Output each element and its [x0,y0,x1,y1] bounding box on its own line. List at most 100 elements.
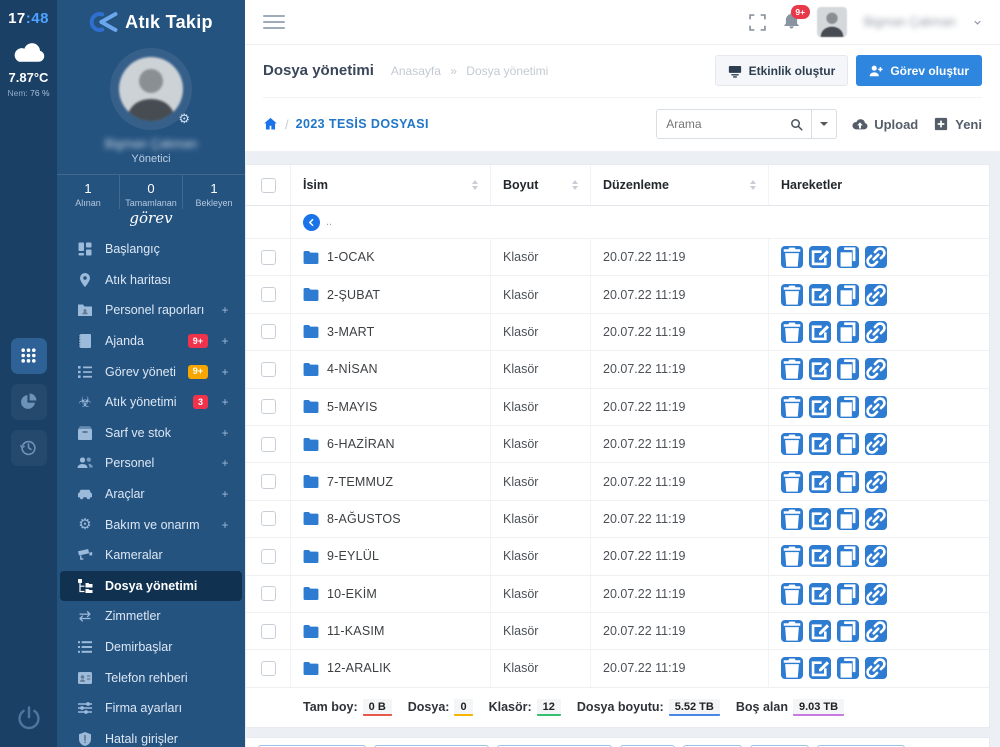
search-options-dropdown[interactable] [811,110,836,138]
action-link-button[interactable] [865,583,887,605]
sidebar-item-personel[interactable]: Personel+ [60,448,242,479]
sort-icon[interactable] [572,177,578,193]
row-checkbox[interactable] [261,324,276,339]
sidebar-item-atık-haritası[interactable]: Atık haritası [60,265,242,296]
sidebar-item-sarf-ve-stok[interactable]: Sarf ve stok+ [60,418,242,449]
row-checkbox[interactable] [261,399,276,414]
action-edit-button[interactable] [809,396,831,418]
sidebar-item-ajanda[interactable]: Ajanda9++ [60,326,242,357]
parent-directory-label[interactable]: .. [326,216,332,228]
table-row[interactable]: 8-AĞUSTOSKlasör20.07.22 11:19 [246,501,989,538]
avatar[interactable] [119,57,183,121]
file-name[interactable]: 6-HAZİRAN [327,437,395,451]
action-link-button[interactable] [865,657,887,679]
table-row[interactable]: 3-MARTKlasör20.07.22 11:19 [246,314,989,351]
row-checkbox[interactable] [261,624,276,639]
action-copy-button[interactable] [837,433,859,455]
file-name[interactable]: 10-EKİM [327,587,377,601]
action-copy-button[interactable] [837,508,859,530]
action-link-button[interactable] [865,433,887,455]
rail-stats-button[interactable] [11,384,47,420]
file-name[interactable]: 12-ARALIK [327,661,391,675]
action-trash-button[interactable] [781,321,803,343]
app-logo[interactable]: Atık Takip [57,0,245,44]
chevron-down-icon[interactable] [973,18,982,27]
table-row[interactable]: 10-EKİMKlasör20.07.22 11:19 [246,576,989,613]
table-row[interactable]: 11-KASIMKlasör20.07.22 11:19 [246,613,989,650]
power-icon[interactable] [16,705,42,731]
row-checkbox[interactable] [261,586,276,601]
action-link-button[interactable] [865,471,887,493]
profile-settings-gear-icon[interactable]: ⚙ [178,113,190,126]
action-trash-button[interactable] [781,508,803,530]
sidebar-item-hatalı-girişler[interactable]: Hatalı girişler [60,724,242,747]
action-copy-button[interactable] [837,657,859,679]
action-link-button[interactable] [865,620,887,642]
action-edit-button[interactable] [809,246,831,268]
action-edit-button[interactable] [809,358,831,380]
select-all-checkbox[interactable] [261,178,276,193]
file-name[interactable]: 4-NİSAN [327,362,378,376]
row-checkbox[interactable] [261,511,276,526]
row-checkbox[interactable] [261,474,276,489]
file-name[interactable]: 11-KASIM [327,624,385,638]
action-edit-button[interactable] [809,545,831,567]
breadcrumb-home[interactable]: Anasayfa [391,64,441,78]
action-edit-button[interactable] [809,508,831,530]
sort-icon[interactable] [750,177,756,193]
file-name[interactable]: 8-AĞUSTOS [327,512,401,526]
file-name[interactable]: 1-OCAK [327,250,375,264]
action-trash-button[interactable] [781,246,803,268]
new-button[interactable]: Yeni [933,117,982,132]
sidebar-item-demirbaşlar[interactable]: Demirbaşlar [60,632,242,663]
action-trash-button[interactable] [781,433,803,455]
sidebar-item-telefon-rehberi[interactable]: Telefon rehberi [60,662,242,693]
column-header-size[interactable]: Boyut [491,165,591,205]
sidebar-item-dosya-yönetimi[interactable]: Dosya yönetimi [60,571,242,602]
file-name[interactable]: 3-MART [327,325,375,339]
upload-button[interactable]: Upload [852,117,918,132]
action-trash-button[interactable] [781,545,803,567]
sidebar-item-personel-raporları[interactable]: Personel raporları+ [60,295,242,326]
column-header-modified[interactable]: Düzenleme [591,165,769,205]
row-checkbox[interactable] [261,362,276,377]
table-row[interactable]: 7-TEMMUZKlasör20.07.22 11:19 [246,463,989,500]
topbar-avatar[interactable] [817,7,847,37]
table-row[interactable]: 1-OCAKKlasör20.07.22 11:19 [246,239,989,276]
action-link-button[interactable] [865,358,887,380]
sidebar-item-başlangıç[interactable]: Başlangıç [60,234,242,265]
action-copy-button[interactable] [837,471,859,493]
file-name[interactable]: 9-EYLÜL [327,549,379,563]
action-link-button[interactable] [865,545,887,567]
row-checkbox[interactable] [261,250,276,265]
table-row[interactable]: 2-ŞUBATKlasör20.07.22 11:19 [246,276,989,313]
action-link-button[interactable] [865,284,887,306]
action-copy-button[interactable] [837,321,859,343]
sidebar-item-firma-ayarları[interactable]: Firma ayarları [60,693,242,724]
action-edit-button[interactable] [809,583,831,605]
action-copy-button[interactable] [837,545,859,567]
action-trash-button[interactable] [781,583,803,605]
action-link-button[interactable] [865,246,887,268]
file-name[interactable]: 5-MAYIS [327,400,378,414]
sidebar-item-araçlar[interactable]: Araçlar+ [60,479,242,510]
table-row[interactable]: 5-MAYISKlasör20.07.22 11:19 [246,389,989,426]
row-checkbox[interactable] [261,437,276,452]
action-trash-button[interactable] [781,471,803,493]
sidebar-item-zimmetler[interactable]: ⇄Zimmetler [60,601,242,632]
search-button[interactable] [782,110,811,138]
row-checkbox[interactable] [261,661,276,676]
sidebar-item-bakım-ve-onarım[interactable]: ⚙Bakım ve onarım+ [60,509,242,540]
table-row[interactable]: 6-HAZİRANKlasör20.07.22 11:19 [246,426,989,463]
action-link-button[interactable] [865,508,887,530]
notifications-button[interactable]: 9+ [783,12,800,32]
action-copy-button[interactable] [837,583,859,605]
action-trash-button[interactable] [781,620,803,642]
rail-history-button[interactable] [11,430,47,466]
sort-icon[interactable] [472,177,478,193]
current-folder-path[interactable]: 2023 TESİS DOSYASI [296,117,429,131]
go-up-button[interactable] [303,214,320,231]
action-trash-button[interactable] [781,657,803,679]
create-event-button[interactable]: Etkinlik oluştur [715,55,849,86]
go-up-row[interactable]: .. [246,206,989,239]
